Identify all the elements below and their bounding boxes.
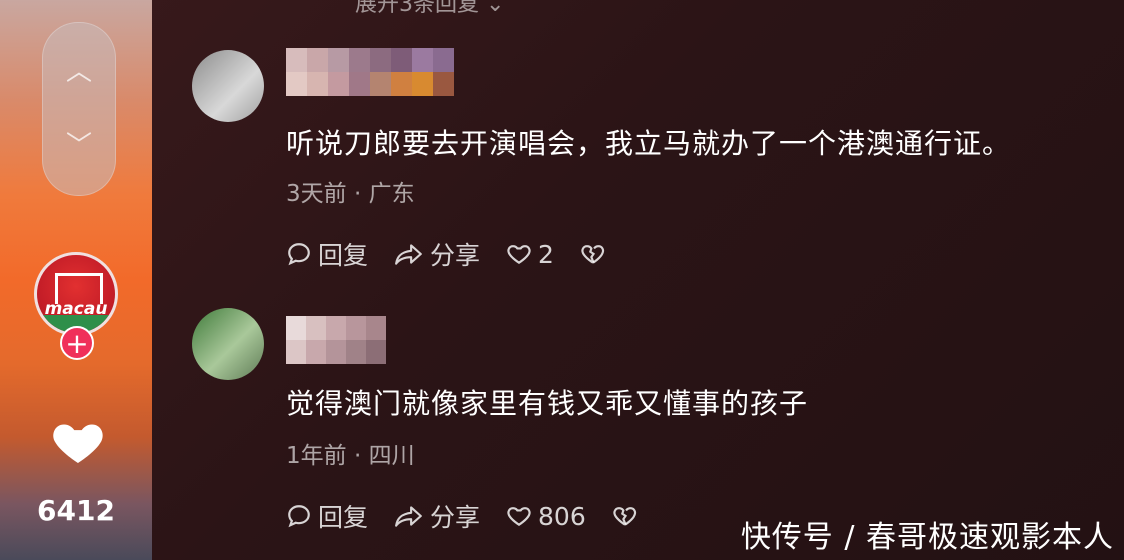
- like-count: 6412: [37, 494, 115, 527]
- broken-heart-icon: [613, 507, 636, 526]
- comment-bubble-icon: [288, 505, 310, 528]
- dislike-button[interactable]: [580, 241, 612, 267]
- account-avatar[interactable]: macau: [34, 252, 118, 336]
- comment-meta: 3天前 · 广东: [286, 181, 415, 207]
- commenter-name-censored[interactable]: [286, 48, 454, 96]
- comment-text: 觉得澳门就像家里有钱又乖又懂事的孩子: [286, 387, 809, 420]
- commenter-name-censored[interactable]: [286, 316, 386, 364]
- dislike-button[interactable]: [612, 503, 644, 529]
- share-label: 分享: [430, 241, 481, 270]
- chevron-up-icon[interactable]: ︿: [43, 59, 115, 85]
- broken-heart-icon: [581, 245, 605, 264]
- like-count: 2: [538, 239, 554, 269]
- comment-text: 听说刀郎要去开演唱会，我立马就办了一个港澳通行证。: [286, 127, 1012, 160]
- like-button[interactable]: 2: [506, 240, 554, 269]
- expand-replies-link[interactable]: 展开3条回复 ⌄: [355, 0, 504, 18]
- heart-outline-icon: [507, 507, 531, 526]
- comment-bubble-icon: [288, 243, 310, 266]
- heart-icon[interactable]: [50, 414, 106, 470]
- commenter-avatar[interactable]: [192, 308, 264, 380]
- like-button[interactable]: 806: [506, 502, 586, 531]
- comment-actions: 回复 分享 2: [286, 236, 638, 272]
- share-arrow-icon: [395, 244, 422, 265]
- share-button[interactable]: 分享: [394, 236, 480, 272]
- heart-outline-icon: [507, 245, 531, 264]
- follow-button[interactable]: +: [60, 326, 94, 360]
- share-label: 分享: [430, 503, 481, 532]
- share-arrow-icon: [395, 506, 422, 527]
- reply-button[interactable]: 回复: [286, 498, 368, 534]
- chevron-down-icon[interactable]: ﹀: [43, 133, 115, 159]
- reply-label: 回复: [318, 503, 369, 532]
- reply-button[interactable]: 回复: [286, 236, 368, 272]
- comment-actions: 回复 分享 806: [286, 498, 670, 534]
- like-count: 806: [538, 501, 586, 531]
- share-button[interactable]: 分享: [394, 498, 480, 534]
- commenter-avatar[interactable]: [192, 50, 264, 122]
- video-strip: ︿ ﹀ macau + 6412: [0, 0, 152, 560]
- scroll-control[interactable]: ︿ ﹀: [42, 22, 116, 196]
- watermark-text: 快传号 / 春哥极速观影本人: [740, 520, 1114, 555]
- comment-meta: 1年前 · 四川: [286, 443, 415, 469]
- reply-label: 回复: [318, 241, 369, 270]
